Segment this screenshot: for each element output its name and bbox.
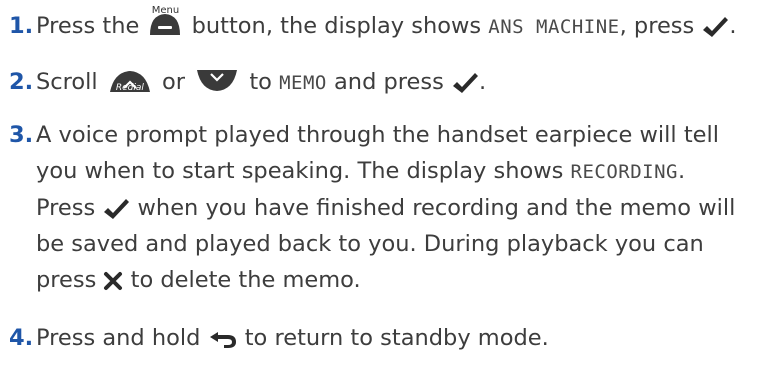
step-text: Scroll Redial or Calls to MEMO and press… — [36, 64, 772, 103]
step-text-segment: and press — [334, 69, 444, 95]
redial-up-icon: Redial — [108, 68, 152, 94]
step-line: A voice prompt played through the handse… — [36, 122, 719, 148]
step-number: 1. — [9, 13, 34, 39]
step-text-segment: . — [478, 69, 487, 95]
step-text-segment: when you have finished recording and the… — [137, 195, 736, 221]
step-text-segment: to return to standby mode. — [244, 325, 549, 351]
step-text-segment: button, the display shows — [191, 13, 482, 39]
step-text: Press and hold to return to standby mode… — [36, 320, 772, 356]
step-text-segment: , press — [619, 13, 695, 39]
step-line: be saved and played back to you. During … — [36, 231, 704, 257]
step-text-segment: you when to start speaking. The display … — [36, 158, 564, 184]
step-text-segment: to — [249, 69, 272, 95]
calls-down-icon: Calls — [195, 68, 239, 103]
step-text-segment: press — [36, 267, 97, 293]
end-call-back-icon — [208, 329, 238, 349]
step-text-segment: to delete the memo. — [130, 267, 361, 293]
step-text-segment: Press — [36, 195, 96, 221]
step-text: A voice prompt played through the handse… — [36, 117, 772, 298]
step-number: 2. — [9, 69, 34, 95]
step-number: 3. — [9, 122, 34, 148]
step-text-segment: Press and hold — [36, 325, 201, 351]
instruction-page: 1. Press the Menu button, the display sh… — [0, 0, 780, 368]
step-text: Press the Menu button, the display shows… — [36, 5, 772, 45]
calls-label: Calls — [206, 93, 228, 103]
step-text-segment: . — [678, 158, 686, 184]
checkmark-icon — [451, 71, 479, 95]
step-text-segment: Press the — [36, 13, 140, 39]
checkmark-icon — [102, 197, 130, 221]
display-text: ANS MACHINE — [488, 16, 620, 38]
menu-button-icon: Menu — [148, 5, 182, 37]
step-number: 4. — [9, 325, 34, 351]
step-text-segment: or — [162, 69, 186, 95]
redial-label: Redial — [115, 83, 144, 93]
checkmark-icon — [701, 15, 729, 39]
step-text-segment: . — [729, 13, 737, 39]
step-text-segment: Scroll — [36, 69, 98, 95]
display-text: MEMO — [279, 72, 327, 94]
display-text: RECORDING — [570, 161, 678, 183]
delete-x-icon — [103, 271, 123, 291]
